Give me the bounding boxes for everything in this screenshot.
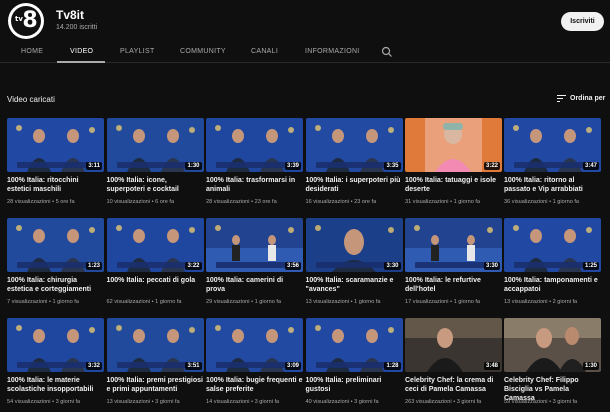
section-title: Video caricati: [7, 95, 55, 104]
video-thumbnail[interactable]: 3:51: [106, 318, 204, 372]
channel-tabs: HOME VIDEO PLAYLIST COMMUNITY CANALI INF…: [0, 42, 610, 63]
sort-icon: [557, 95, 566, 102]
video-meta: 13 visualizzazioni • 3 giorni fa: [106, 399, 180, 405]
tab-community[interactable]: COMMUNITY: [180, 48, 226, 55]
video-title[interactable]: 100% Italia: i superpoteri più desiderat…: [306, 176, 403, 194]
video-thumbnail[interactable]: 3:22: [106, 218, 204, 272]
tab-canali[interactable]: CANALI: [251, 48, 278, 55]
video-title[interactable]: 100% Italia: peccati di gola: [107, 276, 204, 285]
video-meta: 29 visualizzazioni • 1 giorno fa: [206, 299, 282, 305]
video-title[interactable]: 100% Italia: trasformarsi in animali: [206, 176, 303, 194]
video-duration: 3:56: [284, 262, 301, 270]
video-duration: 3:39: [284, 162, 301, 170]
video-duration: 3:32: [85, 362, 102, 370]
video-title[interactable]: 100% Italia: ritorno al passato e Vip ar…: [504, 176, 601, 194]
video-title[interactable]: 100% Italia: scaramanzie e "avances": [306, 276, 403, 294]
video-thumbnail[interactable]: 3:39: [206, 118, 303, 172]
video-title[interactable]: 100% Italia: le refurtive dell'hotel: [405, 276, 502, 294]
video-duration: 3:11: [86, 162, 102, 170]
video-thumbnail[interactable]: 1:23: [7, 218, 104, 272]
video-title[interactable]: 100% Italia: tamponamenti e accappatoi: [504, 276, 601, 294]
subscriber-count: 14.200 iscritti: [56, 24, 98, 31]
video-thumbnail[interactable]: 1:28: [305, 318, 403, 372]
video-meta: 59 visualizzazioni • 3 giorni fa: [504, 399, 578, 405]
video-meta: 28 visualizzazioni • 5 ore fa: [7, 199, 75, 205]
video-meta: 28 visualizzazioni • 23 ore fa: [206, 199, 277, 205]
video-thumbnail[interactable]: 3:09: [206, 318, 303, 372]
video-meta: 263 visualizzazioni • 3 giorni fa: [405, 399, 482, 405]
video-duration: 3:22: [185, 262, 202, 270]
video-meta: 54 visualizzazioni • 3 giorni fa: [7, 399, 81, 405]
active-tab-indicator: [57, 61, 105, 63]
tv8-logo: tv 8: [11, 6, 41, 36]
video-title[interactable]: 100% Italia: le materie scolastiche inso…: [7, 376, 104, 394]
video-title[interactable]: 100% Italia: chirurgia estetica e corteg…: [7, 276, 104, 294]
video-meta: 14 visualizzazioni • 3 giorni fa: [206, 399, 280, 405]
video-duration: 3:48: [483, 362, 500, 370]
video-meta: 40 visualizzazioni • 3 giorni fa: [305, 399, 379, 405]
video-thumbnail[interactable]: 3:47: [504, 118, 601, 172]
video-duration: 3:22: [483, 162, 500, 170]
video-meta: 13 visualizzazioni • 2 giorni fa: [504, 299, 578, 305]
logo-tv-text: tv: [15, 15, 23, 23]
video-thumbnail[interactable]: 3:56: [206, 218, 303, 272]
video-thumbnail[interactable]: 1:30: [504, 318, 601, 372]
tab-playlist[interactable]: PLAYLIST: [120, 48, 155, 55]
video-duration: 3:47: [582, 162, 599, 170]
subscribe-button[interactable]: Iscriviti: [561, 12, 604, 31]
video-thumbnail[interactable]: 3:35: [305, 118, 403, 172]
sort-button[interactable]: Ordina per: [557, 95, 605, 102]
video-duration: 3:35: [384, 162, 401, 170]
video-duration: 3:30: [483, 262, 500, 270]
video-title[interactable]: 100% Italia: preliminari gustosi: [306, 376, 403, 394]
video-duration: 1:30: [185, 162, 202, 170]
video-thumbnail[interactable]: 1:25: [504, 218, 601, 272]
video-duration: 1:28: [384, 362, 401, 370]
video-title[interactable]: 100% Italia: camerini di prova: [206, 276, 303, 294]
video-duration: 1:25: [582, 262, 599, 270]
video-meta: 7 visualizzazioni • 1 giorno fa: [7, 299, 79, 305]
video-thumbnail[interactable]: 1:30: [106, 118, 204, 172]
video-duration: 1:23: [85, 262, 102, 270]
video-thumbnail[interactable]: 3:30: [405, 218, 502, 272]
video-title[interactable]: 100% Italia: ritocchini estetici maschil…: [7, 176, 104, 194]
video-duration: 1:30: [582, 362, 599, 370]
video-thumbnail[interactable]: 3:30: [305, 218, 403, 272]
video-meta: 16 visualizzazioni • 23 ore fa: [305, 199, 377, 205]
sort-label: Ordina per: [570, 95, 606, 102]
channel-avatar[interactable]: tv 8: [8, 3, 44, 39]
video-meta: 10 visualizzazioni • 6 ore fa: [106, 199, 175, 205]
channel-name: Tv8it: [56, 8, 85, 22]
video-title[interactable]: 100% Italia: premi prestigiosi e primi a…: [107, 376, 204, 394]
video-meta: 17 visualizzazioni • 1 giorno fa: [405, 299, 481, 305]
video-thumbnail[interactable]: 3:22: [405, 118, 502, 172]
video-meta: 62 visualizzazioni • 1 giorno fa: [106, 299, 182, 305]
tab-home[interactable]: HOME: [21, 48, 43, 55]
video-meta: 31 visualizzazioni • 1 giorno fa: [405, 199, 481, 205]
video-title[interactable]: 100% Italia: icone, superpoteri e cockta…: [107, 176, 204, 194]
video-duration: 3:30: [384, 262, 401, 270]
video-thumbnail[interactable]: 3:32: [7, 318, 104, 372]
video-title[interactable]: Celebrity Chef: la crema di ceci di Pame…: [405, 376, 502, 394]
video-title[interactable]: 100% Italia: tatuaggi e isole deserte: [405, 176, 502, 194]
video-thumbnail[interactable]: 3:11: [7, 118, 104, 172]
tab-video[interactable]: VIDEO: [70, 48, 93, 55]
video-thumbnail[interactable]: 3:48: [405, 318, 502, 372]
video-duration: 3:51: [185, 362, 202, 370]
video-meta: 13 visualizzazioni • 1 giorno fa: [305, 299, 381, 305]
logo-number: 8: [22, 8, 38, 33]
video-meta: 36 visualizzazioni • 1 giorno fa: [504, 199, 580, 205]
video-duration: 3:09: [284, 362, 301, 370]
video-title[interactable]: 100% Italia: bugie frequenti e salse pre…: [206, 376, 303, 394]
channel-header: tv 8 Tv8it 14.200 iscritti Iscriviti: [0, 0, 610, 42]
tab-informazioni[interactable]: INFORMAZIONI: [305, 48, 360, 55]
search-icon[interactable]: [381, 46, 393, 58]
